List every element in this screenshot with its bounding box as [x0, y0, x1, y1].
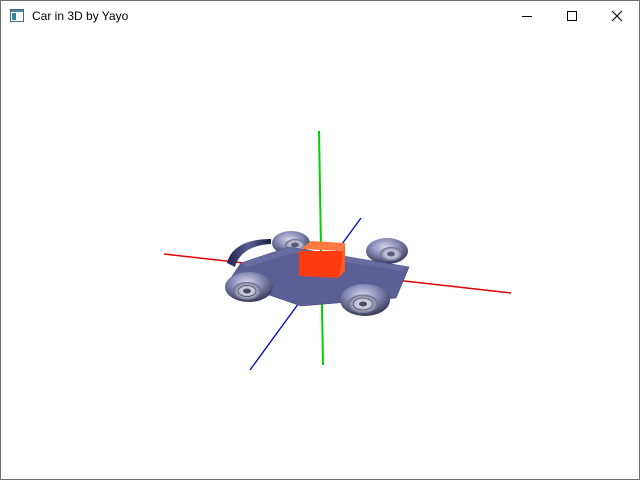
application-window: Car in 3D by Yayo	[0, 0, 640, 480]
minimize-icon	[521, 16, 532, 17]
app-window-icon	[10, 9, 24, 22]
opengl-viewport[interactable]	[1, 31, 639, 479]
minimize-button[interactable]	[504, 1, 549, 31]
rear-right-wheel	[366, 238, 408, 264]
close-icon	[611, 10, 622, 22]
front-left-wheel	[225, 272, 273, 302]
maximize-icon	[566, 11, 577, 21]
maximize-button[interactable]	[549, 1, 594, 31]
window-title: Car in 3D by Yayo	[32, 9, 129, 23]
close-button[interactable]	[594, 1, 639, 31]
car-cabin	[299, 241, 345, 278]
front-right-wheel	[340, 284, 390, 316]
title-bar[interactable]: Car in 3D by Yayo	[1, 1, 639, 31]
scene-canvas	[163, 130, 512, 371]
